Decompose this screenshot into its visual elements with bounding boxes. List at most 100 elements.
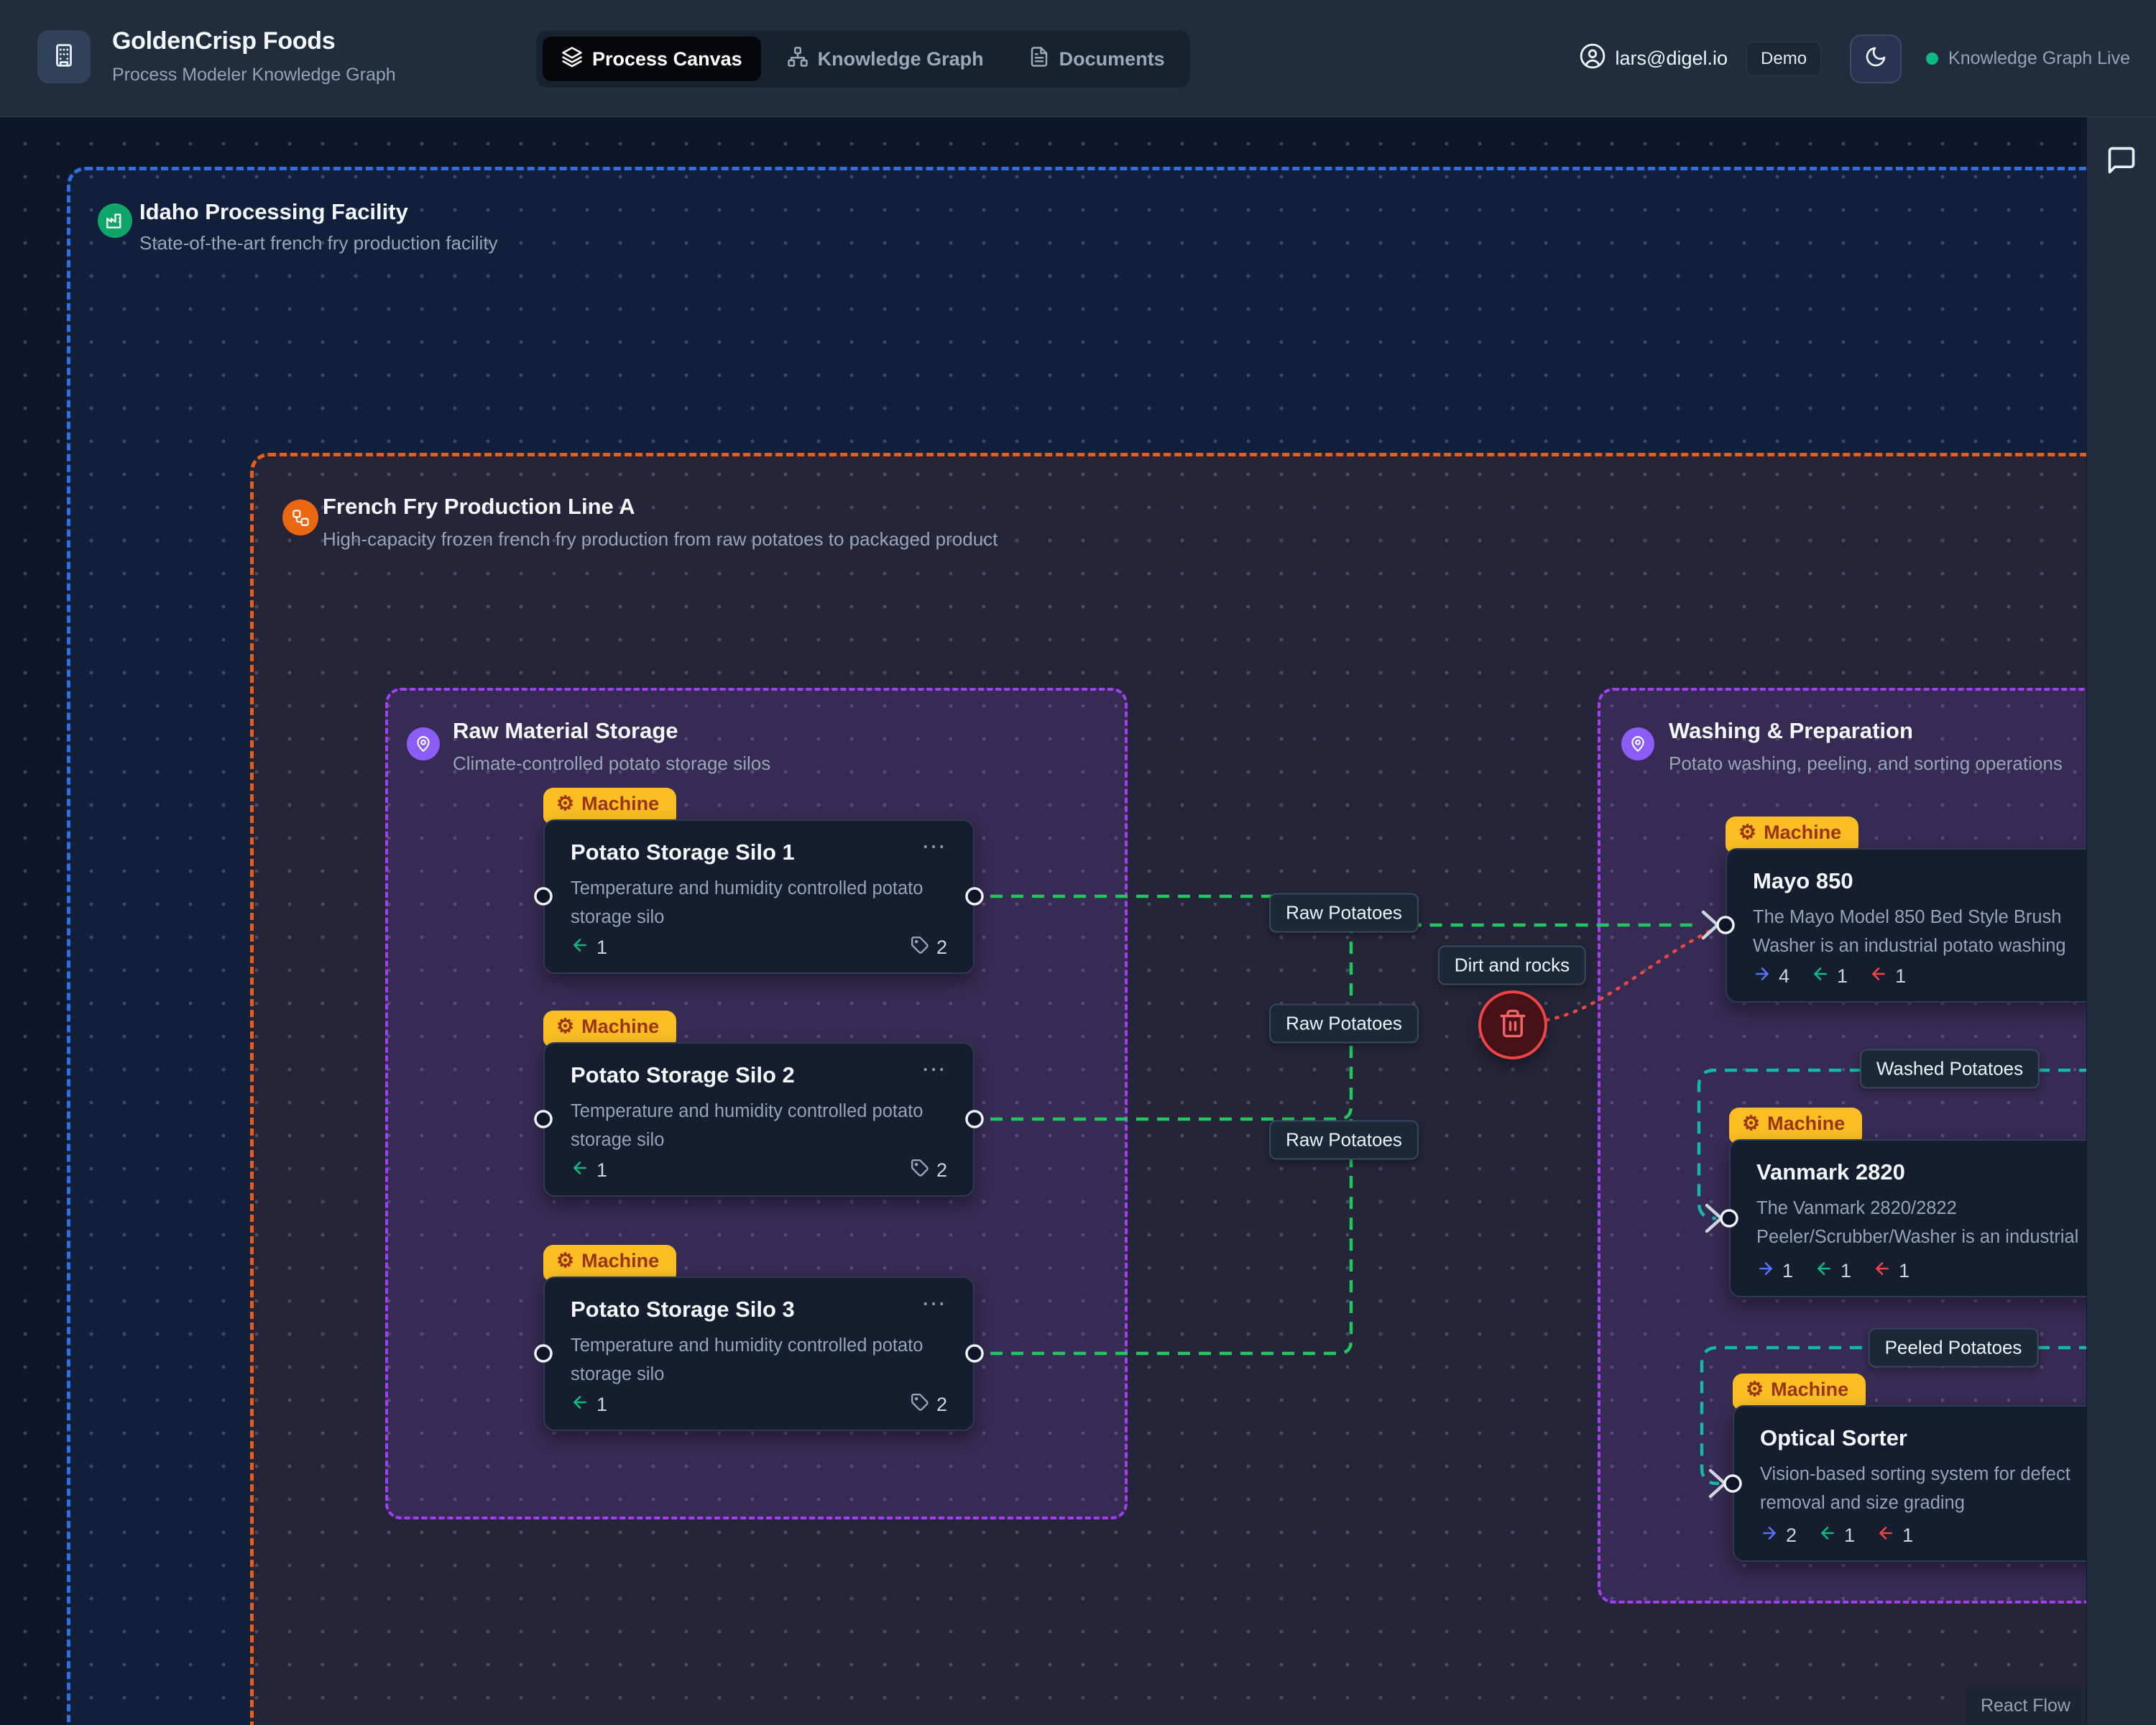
- gear-icon: ⚙: [1746, 1379, 1764, 1399]
- incoming-stat: 1: [571, 936, 607, 960]
- machine-badge: ⚙Machine: [1726, 816, 1858, 852]
- layers-icon: [561, 46, 583, 73]
- right-panel-strip: [2086, 117, 2156, 1725]
- node-title: Potato Storage Silo 2: [571, 1062, 795, 1088]
- edge-label-raw-potatoes-2[interactable]: Raw Potatoes: [1269, 1004, 1419, 1044]
- map-pin-icon: [407, 727, 440, 760]
- node-potato-storage-silo-3[interactable]: ⚙Machine Potato Storage Silo 3 ⋯ Tempera…: [543, 1276, 975, 1431]
- machine-badge: ⚙Machine: [1729, 1108, 1862, 1144]
- incoming-stat: 1: [1815, 1259, 1851, 1283]
- map-pin-icon: [1621, 727, 1654, 760]
- app-window: GoldenCrisp Foods Process Modeler Knowle…: [0, 0, 2156, 1725]
- graph-icon: [787, 46, 808, 73]
- node-description: Temperature and humidity controlled pota…: [571, 874, 947, 932]
- node-vanmark-2820[interactable]: ⚙Machine Vanmark 2820 The Vanmark 2820/2…: [1729, 1139, 2086, 1297]
- waste-stat: 1: [1873, 1259, 1909, 1283]
- group-subtitle: Potato washing, peeling, and sorting ope…: [1669, 753, 2063, 775]
- node-title: Mayo 850: [1753, 868, 1853, 894]
- arrow-left-icon: [1811, 965, 1830, 988]
- node-description: Temperature and humidity controlled pota…: [571, 1331, 947, 1389]
- group-title: Idaho Processing Facility: [139, 199, 408, 225]
- flow-canvas[interactable]: Idaho Processing Facility State-of-the-a…: [0, 117, 2086, 1725]
- outgoing-stat: 1: [1756, 1259, 1793, 1283]
- gear-icon: ⚙: [556, 1251, 574, 1271]
- live-status: Knowledge Graph Live: [1926, 48, 2130, 69]
- group-title: Washing & Preparation: [1669, 718, 1913, 744]
- app-title: GoldenCrisp Foods: [112, 27, 335, 55]
- trash-icon: [1498, 1008, 1528, 1042]
- tags-stat: 2: [911, 936, 947, 960]
- arrow-left-icon: [1873, 1259, 1892, 1283]
- arrow-left-icon: [571, 1393, 589, 1417]
- tag-icon: [911, 936, 929, 960]
- edge-label-dirt-and-rocks[interactable]: Dirt and rocks: [1438, 946, 1586, 985]
- arrow-left-icon: [571, 1159, 589, 1182]
- arrow-right-icon: [1756, 1259, 1775, 1283]
- factory-icon: [98, 203, 132, 238]
- node-optical-sorter[interactable]: ⚙Machine Optical Sorter Vision-based sor…: [1733, 1405, 2086, 1562]
- user-icon: [1579, 42, 1606, 75]
- app-subtitle: Process Modeler Knowledge Graph: [112, 65, 396, 86]
- document-icon: [1028, 46, 1050, 73]
- main-tabs: Process Canvas Knowledge Graph Documents: [536, 30, 1190, 88]
- arrow-left-icon: [1815, 1259, 1833, 1283]
- node-description: Vision-based sorting system for defect r…: [1760, 1460, 2086, 1517]
- demo-badge: Demo: [1746, 42, 1821, 76]
- outgoing-stat: 2: [1760, 1524, 1797, 1547]
- group-title: Raw Material Storage: [453, 718, 678, 744]
- live-status-dot: [1926, 52, 1938, 65]
- node-description: The Mayo Model 850 Bed Style Brush Washe…: [1753, 903, 2086, 960]
- delete-button[interactable]: [1478, 990, 1547, 1059]
- incoming-stat: 1: [1811, 965, 1848, 988]
- arrow-right-icon: [1760, 1524, 1779, 1547]
- machine-badge: ⚙Machine: [543, 1011, 676, 1046]
- gear-icon: ⚙: [1738, 822, 1756, 842]
- gear-icon: ⚙: [1742, 1113, 1760, 1133]
- react-flow-attribution[interactable]: React Flow: [1965, 1688, 2086, 1725]
- tag-icon: [911, 1393, 929, 1417]
- node-potato-storage-silo-1[interactable]: ⚙Machine Potato Storage Silo 1 ⋯ Tempera…: [543, 819, 975, 974]
- more-options-button[interactable]: ⋯: [921, 1062, 947, 1077]
- tab-label: Knowledge Graph: [818, 48, 984, 70]
- more-options-button[interactable]: ⋯: [921, 840, 947, 854]
- arrow-left-icon: [1818, 1524, 1837, 1547]
- tab-knowledge-graph[interactable]: Knowledge Graph: [768, 37, 1003, 81]
- group-subtitle: State-of-the-art french fry production f…: [139, 232, 498, 254]
- node-potato-storage-silo-2[interactable]: ⚙Machine Potato Storage Silo 2 ⋯ Tempera…: [543, 1042, 975, 1197]
- group-title: French Fry Production Line A: [323, 494, 635, 520]
- edge-label-washed-potatoes[interactable]: Washed Potatoes: [1860, 1049, 2040, 1089]
- incoming-stat: 1: [571, 1159, 607, 1182]
- node-title: Optical Sorter: [1760, 1425, 1907, 1451]
- tab-process-canvas[interactable]: Process Canvas: [543, 37, 761, 81]
- waste-stat: 1: [1869, 965, 1906, 988]
- building-icon: [50, 42, 78, 73]
- more-options-button[interactable]: ⋯: [921, 1297, 947, 1311]
- node-mayo-850[interactable]: ⚙Machine Mayo 850 The Mayo Model 850 Bed…: [1726, 848, 2086, 1003]
- group-subtitle: High-capacity frozen french fry producti…: [323, 528, 998, 551]
- arrow-right-icon: [1753, 965, 1772, 988]
- tags-stat: 2: [911, 1159, 947, 1182]
- node-title: Potato Storage Silo 1: [571, 840, 795, 865]
- tags-stat: 2: [911, 1393, 947, 1417]
- user-email: lars@digel.io: [1616, 47, 1728, 70]
- app-logo: [37, 30, 91, 83]
- waste-stat: 1: [1876, 1524, 1913, 1547]
- theme-toggle-button[interactable]: [1850, 34, 1902, 83]
- arrow-left-icon: [1869, 965, 1888, 988]
- tag-icon: [911, 1159, 929, 1182]
- workflow-icon: [282, 500, 318, 535]
- arrow-left-icon: [1876, 1524, 1895, 1547]
- user-menu[interactable]: lars@digel.io: [1579, 42, 1728, 75]
- node-title: Potato Storage Silo 3: [571, 1297, 795, 1322]
- tab-documents[interactable]: Documents: [1010, 37, 1184, 81]
- comment-bubble-icon[interactable]: [2106, 144, 2137, 176]
- group-subtitle: Climate-controlled potato storage silos: [453, 753, 770, 775]
- incoming-stat: 1: [571, 1393, 607, 1417]
- top-bar: GoldenCrisp Foods Process Modeler Knowle…: [0, 0, 2156, 117]
- tab-label: Process Canvas: [592, 48, 742, 70]
- outgoing-stat: 4: [1753, 965, 1789, 988]
- edge-label-raw-potatoes-3[interactable]: Raw Potatoes: [1269, 1121, 1419, 1160]
- gear-icon: ⚙: [556, 794, 574, 814]
- edge-label-raw-potatoes-1[interactable]: Raw Potatoes: [1269, 893, 1419, 933]
- edge-label-peeled-potatoes[interactable]: Peeled Potatoes: [1869, 1328, 2039, 1368]
